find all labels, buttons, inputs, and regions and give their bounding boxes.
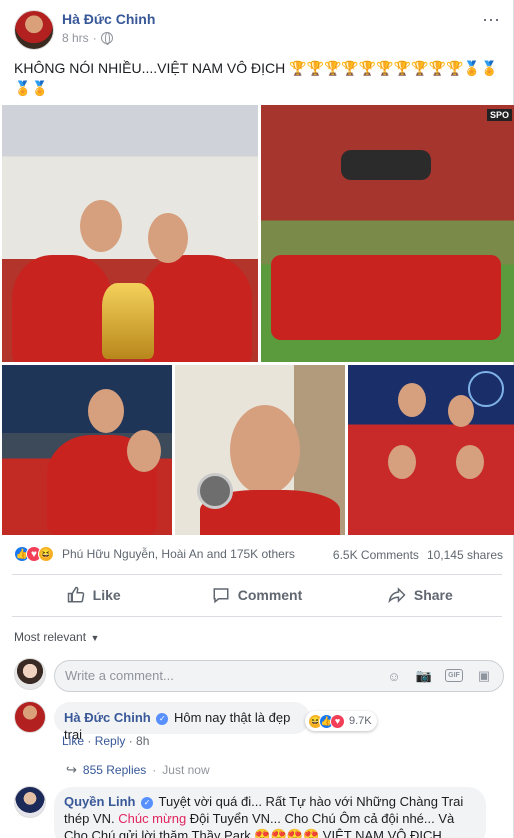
viewer-avatar	[14, 658, 46, 690]
comments-count[interactable]: 6.5K Comments	[333, 548, 419, 562]
photo-players-with-trophy[interactable]	[2, 105, 258, 362]
post-meta: 8 hrs ·	[62, 31, 113, 45]
share-button[interactable]: Share	[339, 576, 502, 614]
post-stats: 6.5K Comments 10,145 shares	[333, 548, 503, 562]
sort-label: Most relevant	[14, 630, 87, 644]
photo-players-hugging[interactable]	[2, 365, 172, 535]
shares-count[interactable]: 10,145 shares	[427, 548, 503, 562]
haha-reaction-icon: 😆	[38, 546, 54, 562]
divider	[12, 616, 502, 617]
verified-badge-icon: ✓	[156, 712, 169, 725]
player-figure	[142, 255, 252, 362]
photo-coach-tossed-in-air[interactable]: SPO	[261, 105, 514, 362]
comment-label: Comment	[237, 587, 303, 603]
share-icon	[388, 587, 406, 604]
chevron-down-icon: ▼	[88, 633, 100, 643]
composer-icons: ☺ 📷 GIF ▣	[385, 667, 493, 685]
post-actions: Like Comment Share	[12, 576, 502, 614]
globe-icon	[100, 32, 113, 45]
player-head	[230, 405, 300, 495]
author-avatar[interactable]	[14, 10, 54, 50]
facebook-post: Hà Đức Chinh 8 hrs · ⋯ KHÔNG NÓI NHIỀU..…	[0, 0, 514, 838]
verified-badge-icon: ✓	[141, 796, 154, 809]
camera-icon[interactable]: 📷	[415, 667, 433, 685]
love-reaction-icon: ♥	[330, 713, 345, 729]
medal-icon	[197, 473, 233, 509]
commenter-avatar[interactable]	[14, 786, 46, 818]
event-logo	[468, 371, 504, 407]
more-options-icon[interactable]: ⋯	[482, 10, 501, 31]
like-button[interactable]: Like	[12, 576, 175, 614]
commenter-name[interactable]: Quyền Linh	[64, 794, 136, 809]
comment-like-link[interactable]: Like	[62, 734, 84, 748]
channel-badge: SPO	[486, 109, 512, 121]
player-head	[398, 383, 426, 417]
gif-icon[interactable]: GIF	[445, 669, 463, 682]
player-head	[448, 395, 474, 427]
commenter-avatar[interactable]	[14, 701, 46, 733]
comment-input[interactable]	[65, 668, 385, 683]
comment-bubble: Hà Đức Chinh ✓ Hôm nay thật là đẹp trai	[54, 702, 310, 742]
reaction-count: 9.7K	[349, 715, 372, 727]
comment-sort-dropdown[interactable]: Most relevant ▼	[14, 630, 99, 644]
share-label: Share	[413, 587, 453, 603]
comment-reactions[interactable]: 😆 👍 ♥ 9.7K	[305, 711, 377, 731]
player-head	[88, 389, 124, 433]
divider	[12, 574, 502, 575]
photo-selfie-with-medal[interactable]	[175, 365, 345, 535]
like-label: Like	[92, 587, 121, 603]
replies-time: Just now	[162, 763, 210, 777]
comment-reply-link[interactable]: Reply	[95, 734, 126, 748]
comment-composer[interactable]: ☺ 📷 GIF ▣	[54, 660, 504, 692]
post-time[interactable]: 8 hrs	[62, 31, 89, 45]
sticker-icon[interactable]: ▣	[475, 667, 493, 685]
player-head	[127, 430, 161, 472]
post-text: KHÔNG NÓI NHIỀU....VIỆT NAM VÔ ĐỊCH 🏆🏆🏆🏆…	[14, 60, 499, 96]
comment-time[interactable]: 8h	[136, 734, 149, 748]
player-figure	[12, 255, 112, 362]
comment-actions: Like · Reply · 8h	[62, 734, 150, 748]
comment-text: VIỆT NAM VÔ ĐỊCH...	[322, 828, 453, 838]
comment-highlight: Chúc mừng	[118, 811, 187, 826]
comment-bubble: Quyền Linh ✓ Tuyệt vời quá đi... Rất Tự …	[54, 787, 486, 838]
view-replies[interactable]: ↪ 855 Replies · Just now	[66, 762, 210, 778]
comment-button[interactable]: Comment	[175, 576, 338, 614]
photo-team-on-stage[interactable]	[348, 365, 514, 535]
emoji-icon[interactable]: ☺	[385, 667, 403, 685]
heart-eyes-emoji: 😍😍😍😍	[254, 828, 320, 838]
player-head	[456, 445, 484, 479]
commenter-name[interactable]: Hà Đức Chinh	[64, 710, 151, 725]
comment-icon	[213, 588, 229, 604]
replies-count[interactable]: 855 Replies	[83, 763, 146, 777]
thumbs-up-icon	[67, 586, 84, 603]
player-head	[148, 213, 188, 263]
team-figures	[271, 255, 501, 340]
player-head	[388, 445, 416, 479]
author-name[interactable]: Hà Đức Chinh	[62, 11, 155, 27]
reaction-summary[interactable]: 👍 ♥ 😆 Phú Hữu Nguyễn, Hoài An and 175K o…	[14, 546, 295, 562]
trophy-icon	[102, 283, 154, 359]
reactors-text[interactable]: Phú Hữu Nguyễn, Hoài An and 175K others	[62, 547, 295, 561]
coach-figure	[341, 150, 431, 180]
player-head	[80, 200, 122, 252]
reply-arrow-icon: ↪	[66, 762, 77, 777]
